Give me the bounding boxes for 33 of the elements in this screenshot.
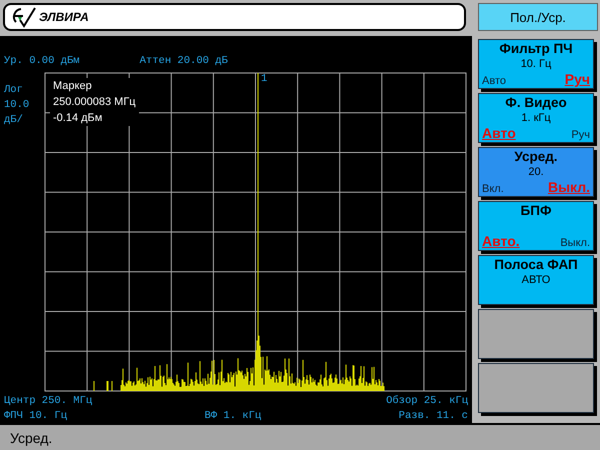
menu-title: Пол./Уср.	[478, 3, 598, 31]
softkey[interactable]	[478, 309, 594, 359]
softkey[interactable]: Полоса ФАП АВТО	[478, 255, 594, 305]
sweep-time: Разв. 11. с	[398, 410, 468, 422]
status-bar: Усред.	[0, 423, 600, 450]
option-label: Авто.	[482, 233, 520, 249]
softkey[interactable]: Ф. Видео 1. кГц Авто Руч	[478, 93, 594, 143]
softkey[interactable]: Усред. 20. Вкл. Выкл.	[478, 147, 594, 197]
frequency-span: Обзор 25. кГц	[386, 394, 468, 406]
marker-number: 1	[261, 73, 268, 85]
option-label: Руч	[571, 129, 590, 141]
option-label: Вкл.	[482, 183, 504, 195]
center-frequency: Центр 250. МГц	[4, 394, 92, 406]
option-label: Выкл.	[560, 237, 590, 249]
marker-title: Маркер	[53, 80, 93, 92]
marker-frequency: 250.000083 МГц	[53, 96, 136, 108]
option-label: Выкл.	[548, 179, 590, 195]
scale-label: Лог	[4, 84, 24, 96]
option-label: Авто	[482, 75, 506, 87]
marker-amplitude: -0.14 дБм	[53, 112, 104, 124]
scale-label: дБ/	[4, 114, 24, 126]
attenuation: Аттен 20.00 дБ	[140, 55, 228, 67]
reference-level: Ур. 0.00 дБм	[4, 55, 80, 67]
softkey[interactable]: БПФ Авто. Выкл.	[478, 201, 594, 251]
rbw: ФПЧ 10. Гц	[4, 410, 68, 422]
softkey[interactable]	[478, 363, 594, 413]
option-label: Руч	[564, 71, 590, 87]
scale-label: 10.0	[4, 99, 30, 111]
logo-icon	[11, 6, 37, 28]
option-label: Авто	[482, 125, 516, 141]
logo-text: ЭЛВИРА	[39, 10, 89, 24]
vbw: ВФ 1. кГц	[204, 410, 262, 422]
softkey[interactable]: Фильтр ПЧ 10. Гц Авто Руч	[478, 39, 594, 89]
